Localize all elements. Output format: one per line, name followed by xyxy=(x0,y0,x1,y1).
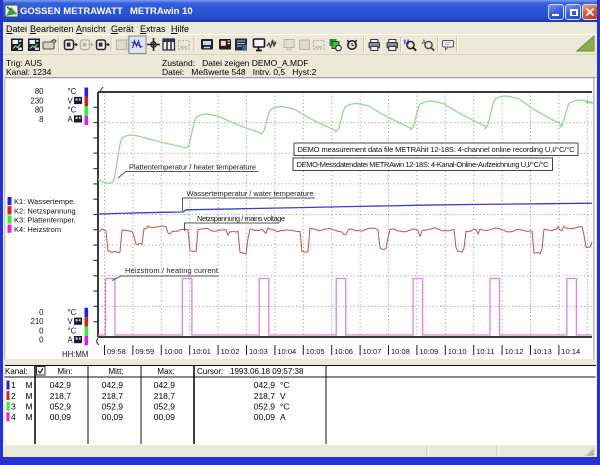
svg-text:1993.06.18 09:57:38: 1993.06.18 09:57:38 xyxy=(230,367,304,376)
svg-text:M: M xyxy=(26,391,33,401)
svg-text:M: M xyxy=(26,401,33,411)
svg-text:V: V xyxy=(68,317,74,326)
svg-text:09:59: 09:59 xyxy=(135,347,154,356)
svg-text:10:10: 10:10 xyxy=(448,347,467,356)
svg-text:3: 3 xyxy=(11,401,16,411)
svg-text:230: 230 xyxy=(30,96,44,105)
svg-text:052,9: 052,9 xyxy=(254,401,276,411)
svg-text:10:05: 10:05 xyxy=(306,347,325,356)
svg-text:10:11: 10:11 xyxy=(476,347,494,356)
svg-text:M: M xyxy=(26,412,33,422)
svg-text:°C: °C xyxy=(280,380,290,390)
svg-text:M: M xyxy=(26,380,33,390)
svg-text:°C: °C xyxy=(68,87,77,96)
svg-text:Kanal:: Kanal: xyxy=(5,367,28,376)
svg-text:00,09: 00,09 xyxy=(102,412,124,422)
svg-text:10:14: 10:14 xyxy=(561,347,580,356)
svg-text:0: 0 xyxy=(39,336,44,345)
svg-text:Plattentemperatur / heater tem: Plattentemperatur / heater temperature xyxy=(129,163,256,172)
svg-text:8: 8 xyxy=(39,115,43,124)
svg-text:DEMO-Messdatendatei METRAwin 1: DEMO-Messdatendatei METRAwin 12-18S: 4-K… xyxy=(297,160,550,169)
svg-text:2: 2 xyxy=(11,391,16,401)
svg-text:Netzspannung / mains voltage: Netzspannung / mains voltage xyxy=(197,214,285,223)
svg-text:10:12: 10:12 xyxy=(505,347,524,356)
svg-text:052,9: 052,9 xyxy=(154,401,176,411)
svg-text:0: 0 xyxy=(39,308,44,317)
svg-text:042,9: 042,9 xyxy=(102,380,124,390)
svg-text:K4: Heizstrom: K4: Heizstrom xyxy=(14,225,61,234)
svg-text:V: V xyxy=(280,391,286,401)
svg-text:K3: Plattentemper.: K3: Plattentemper. xyxy=(14,216,76,225)
svg-text:10:13: 10:13 xyxy=(533,347,552,356)
svg-text:V: V xyxy=(68,96,74,105)
svg-text:DEMO measurement data file MET: DEMO measurement data file METRAhit 12-1… xyxy=(298,145,576,154)
svg-text:Heizstrom / heating current: Heizstrom / heating current xyxy=(125,266,219,275)
svg-text:°C: °C xyxy=(68,326,77,335)
svg-text:218,7: 218,7 xyxy=(154,391,176,401)
svg-text:10:00: 10:00 xyxy=(164,347,183,356)
svg-text:042,9: 042,9 xyxy=(254,380,276,390)
svg-text:10:09: 10:09 xyxy=(419,347,438,356)
svg-text:°C: °C xyxy=(68,106,77,115)
svg-text:10:07: 10:07 xyxy=(363,347,382,356)
svg-text:0: 0 xyxy=(39,326,44,335)
svg-text:00,09: 00,09 xyxy=(254,412,276,422)
svg-text:Max:: Max: xyxy=(157,367,174,376)
svg-text:°C: °C xyxy=(280,401,290,411)
svg-text:4: 4 xyxy=(11,412,16,422)
svg-text:10:08: 10:08 xyxy=(391,347,410,356)
svg-text:A: A xyxy=(68,336,74,345)
svg-text:Mitt:: Mitt: xyxy=(108,367,123,376)
svg-text:052,9: 052,9 xyxy=(102,401,124,411)
svg-text:00,09: 00,09 xyxy=(50,412,72,422)
svg-text:09:58: 09:58 xyxy=(107,347,126,356)
svg-text:00,09: 00,09 xyxy=(154,412,176,422)
svg-text:10:03: 10:03 xyxy=(249,347,268,356)
svg-text:w: w xyxy=(270,40,276,46)
svg-text:10:04: 10:04 xyxy=(277,347,296,356)
svg-text:Wassertemperatur / water tempe: Wassertemperatur / water temperature xyxy=(187,189,314,198)
svg-text:°C: °C xyxy=(68,308,77,317)
svg-text:10:06: 10:06 xyxy=(334,347,353,356)
svg-text:10:02: 10:02 xyxy=(221,347,240,356)
svg-text:218,7: 218,7 xyxy=(254,391,276,401)
svg-text:80: 80 xyxy=(35,106,44,115)
svg-text:042,9: 042,9 xyxy=(154,380,176,390)
svg-text:A: A xyxy=(280,412,286,422)
svg-text:Min:: Min: xyxy=(57,367,72,376)
svg-text:210: 210 xyxy=(30,317,44,326)
svg-text:K2: Netzspannung: K2: Netzspannung xyxy=(14,206,76,215)
svg-text:052,9: 052,9 xyxy=(50,401,72,411)
svg-text:A: A xyxy=(68,115,74,124)
svg-text:218,7: 218,7 xyxy=(102,391,124,401)
svg-text:042,9: 042,9 xyxy=(50,380,72,390)
svg-text:HH:MM: HH:MM xyxy=(62,350,88,359)
svg-text:218,7: 218,7 xyxy=(50,391,72,401)
svg-text:K1: Wassertempe.: K1: Wassertempe. xyxy=(14,197,75,206)
svg-text:80: 80 xyxy=(35,87,44,96)
svg-text:1: 1 xyxy=(11,380,16,390)
svg-text:10:01: 10:01 xyxy=(192,347,211,356)
svg-text:Cursor:: Cursor: xyxy=(197,367,223,376)
